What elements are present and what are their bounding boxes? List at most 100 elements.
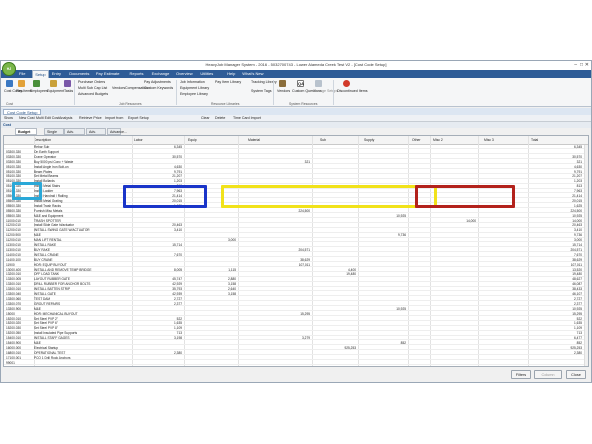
cell-code[interactable]: 17100.001 [6, 356, 32, 360]
cell-code[interactable]: 15200.030 [6, 326, 32, 330]
cell-material[interactable]: 15,295 [238, 312, 312, 316]
cell-misc2[interactable] [430, 307, 478, 311]
cell-equip[interactable] [184, 331, 238, 335]
cell-labor[interactable] [132, 238, 184, 242]
cell-misc2[interactable] [430, 321, 478, 325]
cell-misc2[interactable] [430, 145, 478, 149]
cell-misc2[interactable] [430, 253, 478, 257]
table-row[interactable]: 11200.010 INSTALL SWING GATE W/ACTUATOR 3,… [4, 228, 588, 233]
menu-tab-help[interactable]: Help [225, 70, 237, 78]
cell-other[interactable] [408, 223, 430, 227]
table-row[interactable]: 15200.020 Set Steel PVP 6" 1,635 1,635 [4, 321, 588, 326]
cell-code[interactable]: 05100.330 [6, 174, 32, 178]
cell-material[interactable] [238, 307, 312, 311]
cell-desc[interactable]: INSTALL STAFF GAGES [34, 336, 130, 340]
table-row[interactable]: 15200.010 Set Steel PVP 2" 522 522 [4, 317, 588, 321]
table-row[interactable]: 11300.010 INSTALL RAKE 15,714 15,714 [4, 243, 588, 248]
cell-misc2[interactable] [430, 150, 478, 154]
column-settings-button[interactable]: Column Settings [534, 370, 562, 379]
cell-misc3[interactable] [478, 263, 528, 267]
cell-material[interactable] [238, 179, 312, 183]
cell-supply[interactable] [358, 312, 408, 316]
cell-misc3[interactable] [478, 297, 528, 301]
cell-sub[interactable] [312, 341, 358, 345]
cell-sub[interactable] [312, 228, 358, 232]
cell-desc[interactable]: INSTALL CRANE [34, 253, 130, 257]
cell-misc2[interactable] [430, 317, 478, 321]
cell-supply[interactable] [358, 174, 408, 178]
cell-misc3[interactable] [478, 243, 528, 247]
cell-labor[interactable] [132, 263, 184, 267]
cell-sub[interactable] [312, 223, 358, 227]
cell-code[interactable]: 13300.010 [6, 287, 32, 291]
cell-total[interactable]: 38,629 [528, 258, 584, 262]
ribbon-small-custom-keywords[interactable]: Custom Keywords [144, 86, 173, 90]
cell-labor[interactable] [132, 248, 184, 252]
subtab-adv-types[interactable]: Adv. Types [64, 128, 85, 141]
table-row[interactable]: 05100.330 Beam Plates 9,791 9,791 [4, 170, 588, 174]
cell-desc[interactable]: BUY CRANE [34, 258, 130, 262]
cell-labor[interactable]: 2,727 [132, 297, 184, 301]
table-row[interactable]: 11300.010 BUY RAKE 204,571 204,571 [4, 248, 588, 253]
cell-material[interactable] [238, 287, 312, 291]
cell-misc2[interactable]: 14,000 [430, 219, 478, 223]
cell-sub[interactable]: 4,400 [312, 268, 358, 272]
cell-material[interactable] [238, 233, 312, 237]
cell-material[interactable] [238, 253, 312, 257]
cell-misc2[interactable] [430, 326, 478, 330]
cell-equip[interactable]: 1,115 [184, 268, 238, 272]
cell-sub[interactable] [312, 263, 358, 267]
cell-desc[interactable]: Furnish Misc Metals [34, 209, 130, 213]
cell-other[interactable] [408, 361, 430, 365]
cell-misc2[interactable] [430, 356, 478, 360]
cell-misc3[interactable] [478, 356, 528, 360]
menu-tab-what-s-new[interactable]: What's New [240, 70, 265, 78]
cell-misc2[interactable] [430, 170, 478, 174]
cell-supply[interactable] [358, 321, 408, 325]
cell-other[interactable] [408, 356, 430, 360]
cell-sub[interactable] [312, 331, 358, 335]
cell-other[interactable] [408, 174, 430, 178]
cell-sub[interactable] [312, 292, 358, 296]
cell-sub[interactable] [312, 165, 358, 169]
cell-labor[interactable]: 1,109 [132, 326, 184, 330]
cell-total[interactable] [528, 356, 584, 360]
filters-button[interactable]: Filters [511, 370, 531, 379]
cell-misc3[interactable] [478, 326, 528, 330]
table-row[interactable]: 05100.330 Install Bollards 1,203 1,203 [4, 179, 588, 184]
cell-total[interactable]: 10,925 [528, 307, 584, 311]
cell-supply[interactable] [358, 351, 408, 355]
cell-code[interactable]: 13300.070 [6, 302, 32, 306]
cell-material[interactable] [238, 297, 312, 301]
cell-sub[interactable] [312, 145, 358, 149]
cell-other[interactable] [408, 165, 430, 169]
cell-misc3[interactable] [478, 248, 528, 252]
ribbon-small-employee-library[interactable]: Employee Library [180, 92, 208, 96]
cell-misc3[interactable] [478, 268, 528, 272]
cell-total[interactable]: 2,380 [528, 351, 584, 355]
subtab-budget[interactable]: Budget [15, 128, 37, 135]
col-header-misc3[interactable]: Misc 3 [484, 136, 494, 145]
cell-total[interactable]: 813 [528, 184, 584, 188]
cell-desc[interactable]: HDR: MECHANICAL BUYOUT [34, 312, 130, 316]
cell-other[interactable] [408, 321, 430, 325]
cell-misc3[interactable] [478, 302, 528, 306]
cell-desc[interactable]: On Earth Support [34, 150, 130, 154]
table-row[interactable]: 13000.400 INSTALL AND REMOVE TEMP BRIDGE 8… [4, 268, 588, 272]
cell-other[interactable] [408, 155, 430, 159]
cell-material[interactable] [238, 165, 312, 169]
cell-labor[interactable] [132, 307, 184, 311]
cell-sub[interactable] [312, 214, 358, 218]
cell-misc3[interactable] [478, 253, 528, 257]
cell-total[interactable]: 21,207 [528, 174, 584, 178]
subtab-single-entry[interactable]: Single Entry [44, 128, 64, 141]
cell-labor[interactable]: 9,791 [132, 170, 184, 174]
cell-material[interactable] [238, 145, 312, 149]
cell-misc3[interactable] [478, 233, 528, 237]
cell-material[interactable] [238, 356, 312, 360]
cell-misc3[interactable] [478, 282, 528, 286]
col-header-material[interactable]: Material [248, 136, 260, 145]
table-row[interactable]: 13300.900 M&E 10,925 10,925 [4, 307, 588, 312]
minimize-button[interactable]: – [574, 62, 577, 68]
col-header-supply[interactable]: Supply [364, 136, 374, 145]
